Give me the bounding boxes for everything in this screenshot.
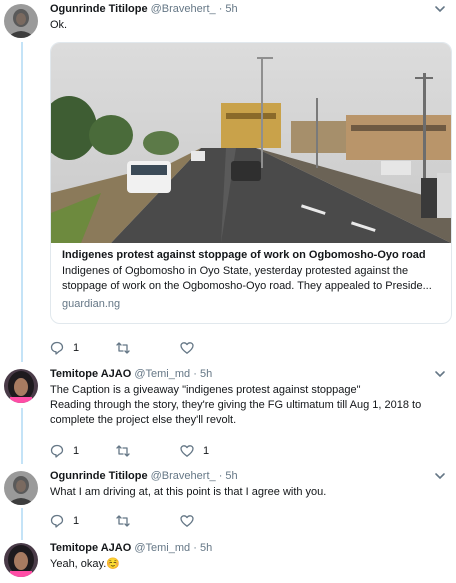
tweet-text-line: The Caption is a giveaway "indigenes pro…	[50, 384, 361, 396]
tweet[interactable]: Temitope AJAO @Temi_md · 5h The Caption …	[0, 367, 456, 459]
like-button[interactable]	[180, 340, 194, 356]
tweet-text: The Caption is a giveaway "indigenes pro…	[50, 383, 446, 428]
chevron-down-icon[interactable]	[434, 368, 446, 380]
timestamp[interactable]: 5h	[200, 542, 212, 554]
author-name[interactable]: Ogunrinde Titilope	[50, 3, 148, 15]
reply-button[interactable]: 1	[50, 340, 79, 356]
chevron-down-icon[interactable]	[434, 470, 446, 482]
tweet[interactable]: Ogunrinde Titilope @Bravehert_ · 5h Ok.	[0, 2, 456, 357]
heart-icon	[180, 342, 194, 354]
author-name[interactable]: Ogunrinde Titilope	[50, 470, 148, 482]
reply-icon	[50, 341, 64, 355]
reply-count: 1	[73, 515, 80, 527]
reply-icon	[50, 444, 64, 458]
card-description: Indigenes of Ogbomosho in Oyo State, yes…	[62, 265, 432, 292]
timestamp[interactable]: 5h	[225, 470, 237, 482]
retweet-button[interactable]	[116, 443, 130, 459]
author-name[interactable]: Temitope AJAO	[50, 542, 131, 554]
card-title: Indigenes protest against stoppage of wo…	[62, 249, 426, 261]
tweet-actions: 1	[50, 513, 370, 529]
heart-icon	[180, 445, 194, 457]
reply-button[interactable]: 1	[50, 513, 79, 529]
tweet-text-line: Ok.	[50, 19, 68, 31]
separator: ·	[218, 3, 223, 15]
reply-icon	[50, 514, 64, 528]
tweet-text: Ok.	[50, 18, 446, 33]
like-count: 1	[203, 445, 210, 457]
separator: ·	[218, 470, 223, 482]
tweet[interactable]: Ogunrinde Titilope @Bravehert_ · 5h What…	[0, 469, 456, 529]
tweet-text-line: Yeah, okay.☺️	[50, 558, 120, 570]
retweet-button[interactable]	[116, 513, 130, 529]
card-domain: guardian.ng	[62, 298, 121, 310]
tweet[interactable]: Temitope AJAO @Temi_md · 5h Yeah, okay.☺…	[0, 541, 456, 581]
retweet-icon	[116, 515, 130, 527]
tweet-actions: 1	[50, 340, 370, 356]
heart-icon	[180, 515, 194, 527]
author-handle[interactable]: @Temi_md	[134, 542, 190, 554]
reply-count: 1	[73, 342, 80, 354]
tweet-actions: 1 1	[50, 443, 370, 459]
separator: ·	[193, 542, 197, 554]
retweet-button[interactable]	[116, 340, 130, 356]
author-handle[interactable]: @Temi_md	[134, 368, 190, 380]
link-card[interactable]: Indigenes protest against stoppage of wo…	[50, 42, 452, 324]
card-image	[51, 43, 451, 243]
author-name[interactable]: Temitope AJAO	[50, 368, 131, 380]
avatar[interactable]	[4, 543, 38, 577]
author-handle[interactable]: @Bravehert_	[151, 470, 216, 482]
tweet-text: Yeah, okay.☺️	[50, 557, 446, 572]
tweet-text: What I am driving at, at this point is t…	[50, 485, 446, 500]
like-button[interactable]: 1	[180, 443, 209, 459]
avatar[interactable]	[4, 4, 38, 38]
avatar[interactable]	[4, 369, 38, 403]
timestamp[interactable]: 5h	[225, 3, 237, 15]
separator: ·	[193, 368, 197, 380]
like-button[interactable]	[180, 513, 194, 529]
reply-button[interactable]: 1	[50, 443, 79, 459]
tweet-text-line: What I am driving at, at this point is t…	[50, 486, 327, 498]
tweet-text-line: Reading through the story, they're givin…	[50, 399, 422, 411]
timestamp[interactable]: 5h	[200, 368, 212, 380]
author-handle[interactable]: @Bravehert_	[151, 3, 216, 15]
retweet-icon	[116, 445, 130, 457]
tweet-text-line: complete the project else they'll revolt…	[50, 414, 237, 426]
reply-count: 1	[73, 445, 80, 457]
avatar[interactable]	[4, 471, 38, 505]
chevron-down-icon[interactable]	[434, 3, 446, 15]
retweet-icon	[116, 342, 130, 354]
